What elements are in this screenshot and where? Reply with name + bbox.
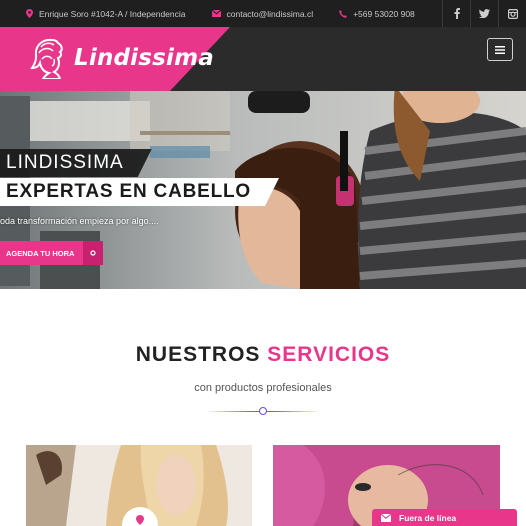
map-pin-icon xyxy=(136,515,144,525)
envelope-icon xyxy=(211,10,221,17)
services-heading-part-1: NUESTROS xyxy=(135,343,261,366)
hero-headline: EXPERTAS EN CABELLO xyxy=(0,178,279,206)
facebook-icon[interactable] xyxy=(442,0,470,27)
address-info: Enrique Soro #1042-A / Independencia xyxy=(26,9,186,19)
phone-text[interactable]: +569 53020 908 xyxy=(353,9,415,19)
envelope-icon xyxy=(381,513,391,522)
twitter-icon[interactable] xyxy=(470,0,498,27)
chat-status-label: Fuera de línea xyxy=(399,512,457,523)
email-text[interactable]: contacto@lindissima.cl xyxy=(227,9,314,19)
service-card-1[interactable] xyxy=(26,445,252,526)
hero-subtitle: oda transformación empieza por algo.... xyxy=(0,216,159,226)
services-heading: NUESTROS SERVICIOS xyxy=(0,343,526,367)
book-appointment-button[interactable]: AGENDA TU HORA xyxy=(0,241,104,265)
book-appointment-label: AGENDA TU HORA xyxy=(0,241,84,265)
phone-info[interactable]: +569 53020 908 xyxy=(339,9,415,19)
woman-silhouette-logo-icon xyxy=(30,38,63,79)
offline-chat-widget[interactable]: Fuera de línea xyxy=(372,509,517,526)
instagram-icon[interactable] xyxy=(498,0,526,27)
section-divider xyxy=(205,406,321,416)
map-pin-icon xyxy=(26,9,33,18)
hero-brand-tag: LINDISSIMA xyxy=(0,149,152,177)
services-subtitle: con productos profesionales xyxy=(194,382,332,394)
email-info[interactable]: contacto@lindissima.cl xyxy=(211,9,314,19)
top-info-bar: Enrique Soro #1042-A / Independencia con… xyxy=(0,0,526,27)
services-heading-part-2: SERVICIOS xyxy=(267,343,391,366)
hamburger-icon xyxy=(495,45,505,54)
phone-icon xyxy=(339,9,347,18)
site-header: Lindissima xyxy=(0,27,526,91)
hero-slider: LINDISSIMA EXPERTAS EN CABELLO oda trans… xyxy=(0,91,526,289)
menu-toggle-button[interactable] xyxy=(487,38,513,61)
address-text: Enrique Soro #1042-A / Independencia xyxy=(39,8,186,19)
site-logo[interactable]: Lindissima xyxy=(30,37,214,79)
chevron-right-icon xyxy=(83,241,104,265)
logo-text: Lindissima xyxy=(74,45,215,71)
